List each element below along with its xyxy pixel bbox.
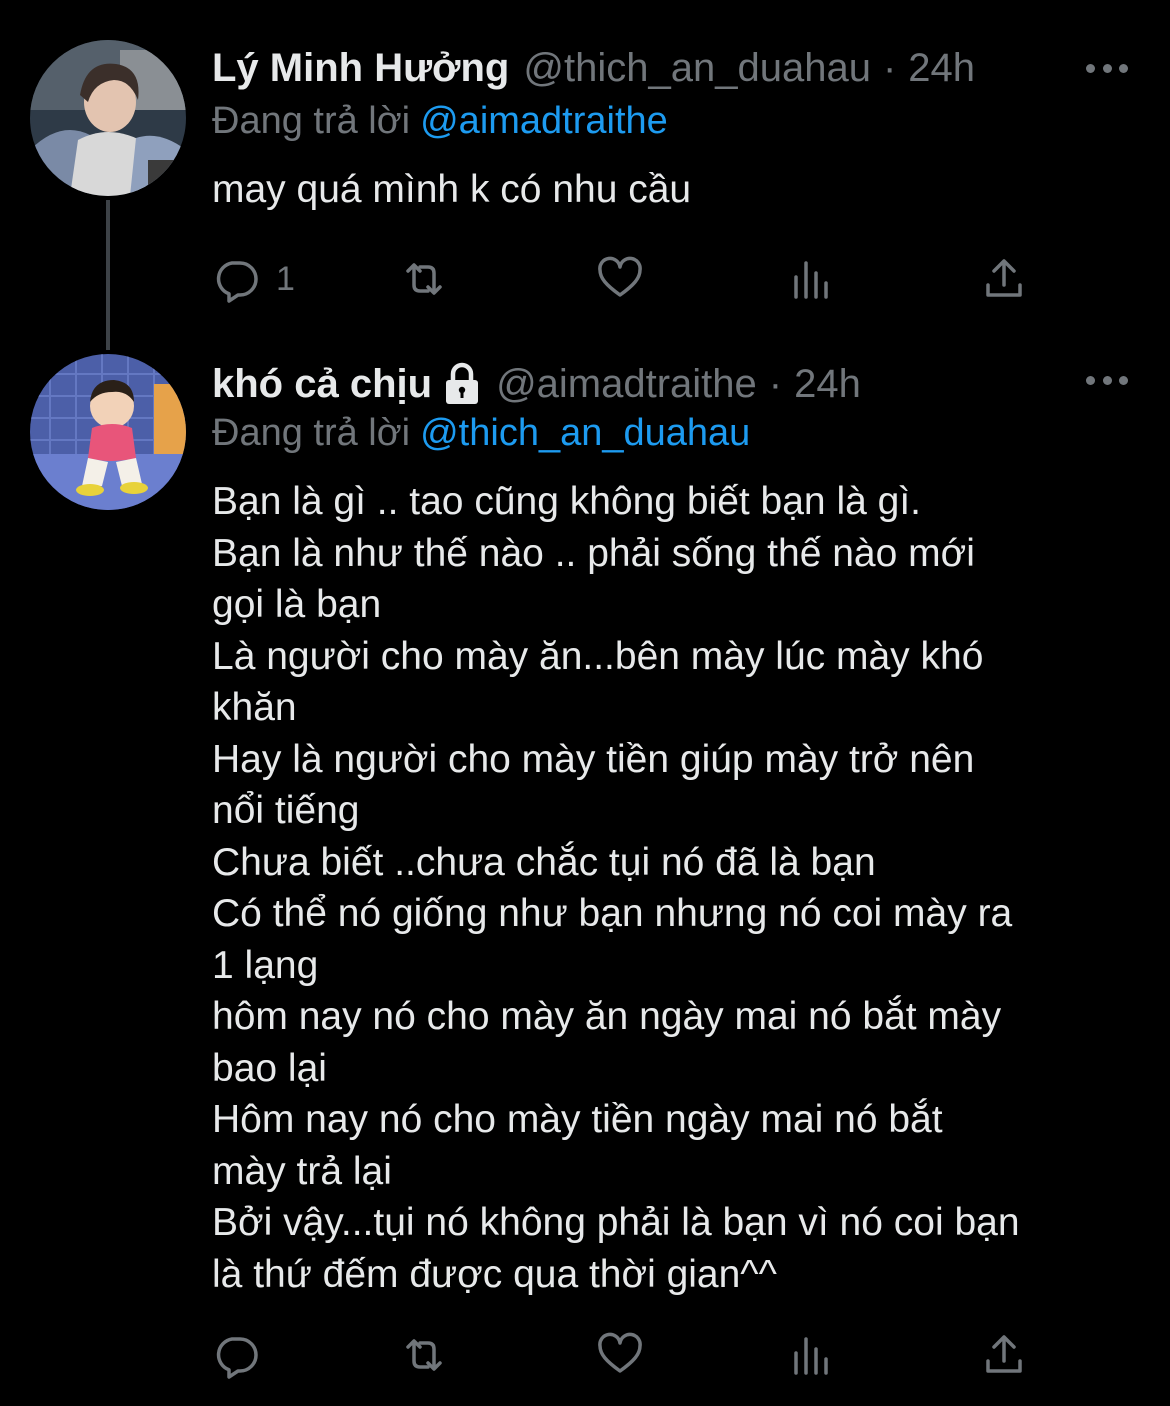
display-name[interactable]: Lý Minh Hưởng [212,46,509,91]
tweet-text-line: là thứ đếm được qua thời gian^^ [212,1252,777,1296]
tweet-2[interactable]: khó cả chịu @aimadtraithe · 24h Đang trả… [0,340,1170,1406]
reply-prefix: Đang trả lời [212,412,411,454]
share-icon [986,1335,1022,1373]
tweet-text-line: bao lại [212,1046,327,1090]
tweet-text-line: Bạn là gì .. tao cũng không biết bạn là … [212,480,922,523]
reply-mention[interactable]: @thich_an_duahau [420,412,750,454]
avatar[interactable] [30,40,186,196]
reply-button[interactable]: 1 [212,254,295,304]
handle[interactable]: @thich_an_duahau [523,46,871,91]
separator: · [768,361,783,406]
reply-button[interactable] [212,1330,276,1380]
tweet-1[interactable]: Lý Minh Hưởng @thich_an_duahau · 24h Đan… [0,0,1170,350]
retweet-button[interactable] [400,254,448,304]
tweet-text-line: Chưa biết ..chưa chắc tụi nó đã là bạn [212,840,876,884]
reply-count: 1 [276,259,295,298]
action-bar: 1 [212,254,1042,304]
tweet-text-line: may quá mình k có nhu cầu [212,168,692,211]
views-button[interactable] [788,254,836,304]
tweet-text-line: Hôm nay nó cho mày tiền ngày mai nó bắt [212,1098,943,1141]
tweet-text-line: Hay là người cho mày tiền giúp mày trở n… [212,737,975,781]
retweet-icon [406,1339,442,1371]
timestamp[interactable]: 24h [908,46,975,91]
action-bar [212,1330,1042,1380]
like-button[interactable] [596,254,644,304]
views-button[interactable] [788,1330,836,1380]
tweet-text-line: mày trả lại [212,1149,392,1193]
tweet-text-line: Bạn là như thế nào .. phải sống thế nào … [212,531,975,575]
tweet-text-line: nổi tiếng [212,789,360,832]
thread-line [106,200,110,350]
reply-icon [216,261,258,303]
retweet-button[interactable] [400,1330,448,1380]
separator: · [882,45,897,90]
lock-icon [446,362,479,404]
display-name[interactable]: khó cả chịu [212,362,432,407]
replying-to: Đang trả lời @thich_an_duahau [212,412,750,455]
tweet-text-line: Là người cho mày ăn...bên mày lúc mày kh… [212,634,984,678]
tweet-text-line: hôm nay nó cho mày ăn ngày mai nó bắt mà… [212,995,1002,1038]
views-icon [794,261,828,299]
tweet-text-line: 1 lạng [212,943,319,987]
tweet-text-line: Bởi vậy...tụi nó không phải là bạn vì nó… [212,1201,1020,1244]
more-icon[interactable] [1086,374,1128,386]
tweet-text-line: Có thể nó giống như bạn nhưng nó coi mày… [212,892,1013,935]
tweet-text-line: khăn [212,686,297,729]
heart-icon [598,1332,642,1373]
reply-mention[interactable]: @aimadtraithe [420,100,668,142]
tweet-text-line: gọi là bạn [212,583,382,626]
timestamp[interactable]: 24h [794,362,861,407]
retweet-icon [406,263,442,295]
tweet-header: Lý Minh Hưởng @thich_an_duahau · 24h [212,40,1170,96]
reply-prefix: Đang trả lời [212,100,411,142]
like-button[interactable] [596,1330,644,1380]
more-icon[interactable] [1086,62,1128,74]
tweet-text: may quá mình k có nhu cầu [212,164,1142,216]
share-button[interactable] [980,254,1028,304]
replying-to: Đang trả lời @aimadtraithe [212,100,668,143]
share-button[interactable] [980,1330,1028,1380]
tweet-header: khó cả chịu @aimadtraithe · 24h [212,356,1170,412]
views-icon [794,1337,828,1375]
handle[interactable]: @aimadtraithe [496,362,757,407]
heart-icon [598,256,642,297]
avatar[interactable] [30,354,186,510]
reply-icon [216,1337,258,1379]
tweet-text: Bạn là gì .. tao cũng không biết bạn là … [212,476,1142,1300]
share-icon [986,259,1022,297]
